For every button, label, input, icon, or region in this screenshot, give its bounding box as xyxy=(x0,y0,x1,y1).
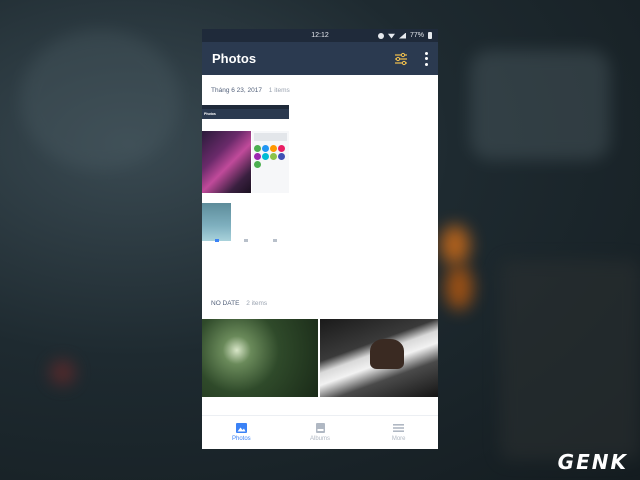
album-icon xyxy=(315,423,325,433)
photo-grid: Tháng 6 23, 2017 1 items Photos NO DATE … xyxy=(202,75,438,416)
photo-thumbnail[interactable] xyxy=(202,319,318,397)
signal-icon xyxy=(398,32,406,39)
section-date: NO DATE xyxy=(211,300,240,307)
bottom-navigation: Photos Albums More xyxy=(202,415,438,449)
section-date: Tháng 6 23, 2017 xyxy=(211,87,262,94)
photo-thumbnail[interactable] xyxy=(320,319,438,397)
nav-photos[interactable]: Photos xyxy=(202,416,281,449)
genk-watermark-logo: GENK xyxy=(557,450,628,474)
mini-photo xyxy=(202,203,231,241)
nav-label: Albums xyxy=(310,436,331,442)
screenshot-thumbnail[interactable]: Photos xyxy=(202,105,289,245)
status-time: 12:12 xyxy=(311,32,329,39)
phone-screen: 12:12 77% Photos Tháng 6 23, 2017 1 item… xyxy=(202,29,438,449)
section-count: 1 items xyxy=(268,87,290,94)
more-vert-icon[interactable] xyxy=(424,51,428,66)
mini-app-title: Photos xyxy=(202,109,289,119)
nav-label: More xyxy=(391,436,406,442)
section-count: 2 items xyxy=(246,300,268,307)
nav-albums[interactable]: Albums xyxy=(281,416,360,449)
image-icon xyxy=(235,423,247,433)
alarm-icon xyxy=(377,32,384,39)
battery-icon xyxy=(428,32,432,39)
mini-photo xyxy=(202,131,251,193)
status-bar: 12:12 77% xyxy=(202,29,438,42)
app-bar: Photos xyxy=(202,42,438,75)
nav-more[interactable]: More xyxy=(359,416,438,449)
mini-photo xyxy=(252,131,289,193)
menu-icon xyxy=(393,424,405,432)
battery-percent: 77% xyxy=(409,32,424,39)
page-title: Photos xyxy=(212,51,257,66)
section-header-dated: Tháng 6 23, 2017 1 items xyxy=(202,75,438,102)
tune-icon[interactable] xyxy=(394,52,408,66)
wifi-icon xyxy=(387,33,395,39)
section-header-no-date: NO DATE 2 items xyxy=(211,300,267,307)
nav-label: Photos xyxy=(231,436,251,442)
